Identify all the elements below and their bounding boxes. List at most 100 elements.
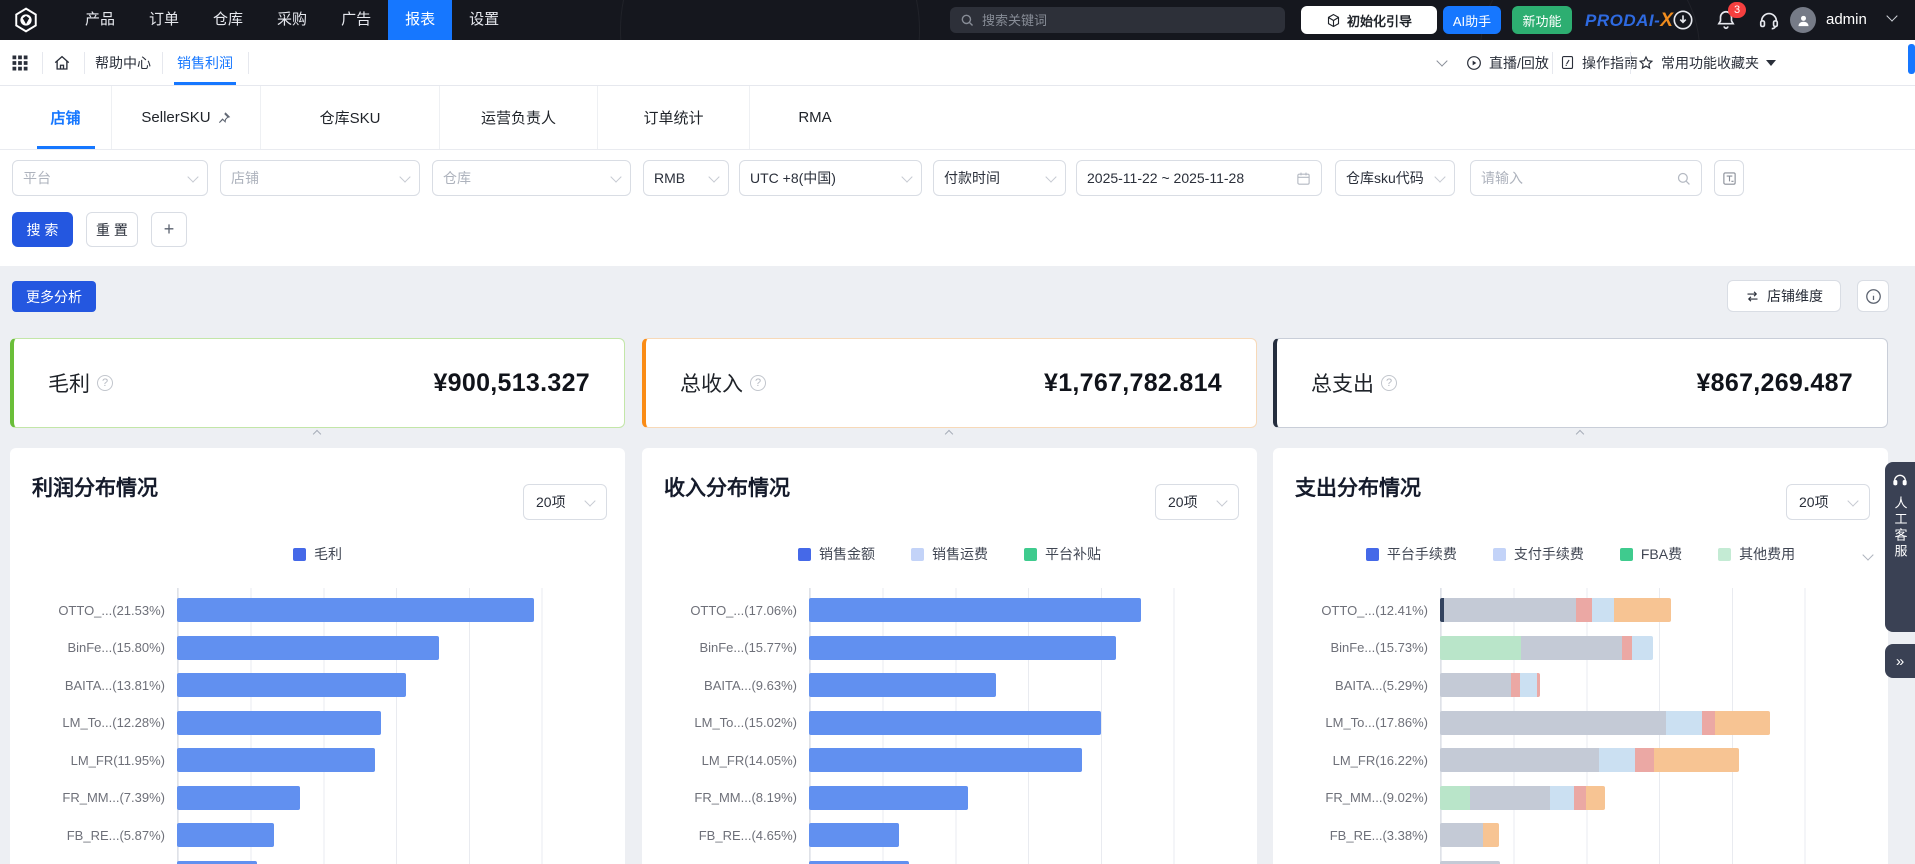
card-collapse-handle[interactable] [299,427,335,437]
warehouse-select[interactable]: 仓库 [432,160,631,196]
download-icon[interactable] [1672,9,1694,31]
sku-field-select[interactable]: 仓库sku代码 [1335,160,1455,196]
bar[interactable] [809,861,909,864]
bar[interactable] [809,748,1082,772]
bar[interactable] [809,786,968,810]
live-replay-button[interactable]: 直播/回放 [1466,40,1549,85]
panel-collapse-button[interactable]: » [1885,644,1915,678]
headset-icon[interactable] [1758,9,1780,31]
bar[interactable] [1440,636,1653,660]
operation-guide-button[interactable]: 操作指南 [1560,40,1638,85]
bar[interactable] [809,823,899,847]
shop-select[interactable]: 店铺 [220,160,420,196]
tab-仓库SKU[interactable]: 仓库SKU [261,86,440,149]
user-chevron-down-icon[interactable] [1886,10,1897,21]
tab-店铺[interactable]: 店铺 [20,86,112,149]
bar[interactable] [1440,748,1739,772]
bar[interactable] [177,711,381,735]
bar[interactable] [177,861,257,864]
legend-item[interactable]: 销售运费 [911,544,988,564]
menu-item-3[interactable]: 仓库 [196,0,260,40]
workspace-tab[interactable]: 帮助中心 [84,40,162,85]
customer-service-button[interactable]: 人工客服 [1885,462,1915,632]
nav-search-input[interactable] [982,13,1222,28]
app-logo[interactable] [0,0,52,40]
bar[interactable] [1440,786,1605,810]
bar[interactable] [177,598,534,622]
bar[interactable] [177,748,375,772]
more-analysis-button[interactable]: 更多分析 [12,281,96,312]
apps-grid-icon[interactable] [11,54,29,72]
card-collapse-handle[interactable] [931,427,967,437]
new-feature-button[interactable]: 新功能 [1512,6,1572,34]
legend-item[interactable]: 支付手续费 [1493,544,1584,564]
time-type-select[interactable]: 付款时间 [933,160,1066,196]
bar[interactable] [809,598,1141,622]
tab-运营负责人[interactable]: 运营负责人 [440,86,598,149]
bar[interactable] [1440,673,1540,697]
legend-item[interactable]: 毛利 [293,544,342,564]
help-icon[interactable]: ? [1381,375,1397,391]
bar[interactable] [809,636,1116,660]
bar[interactable] [177,786,300,810]
top-n-select[interactable]: 20项 [1155,484,1239,520]
menu-item-5[interactable]: 广告 [324,0,388,40]
bar[interactable] [1440,711,1770,735]
avatar[interactable] [1790,7,1816,33]
add-filter-button[interactable]: + [151,212,187,247]
sku-search-box[interactable] [1470,160,1702,196]
bar[interactable] [177,823,274,847]
legend-item[interactable]: 平台手续费 [1366,544,1457,564]
sku-input[interactable] [1481,170,1631,186]
menu-item-4[interactable]: 采购 [260,0,324,40]
menu-item-6[interactable]: 报表 [388,0,452,40]
tab-SellerSKU[interactable]: SellerSKU [112,86,261,149]
bar-category-label: BinFe...(15.80%) [10,640,165,655]
favorites-button[interactable]: 常用功能收藏夹 [1638,40,1776,85]
bar[interactable] [1440,861,1500,864]
top-n-select[interactable]: 20项 [523,484,607,520]
help-icon[interactable]: ? [97,375,113,391]
sku-field-value: 仓库sku代码 [1346,168,1424,188]
nav-search[interactable] [950,7,1285,33]
tab-订单统计[interactable]: 订单统计 [598,86,750,149]
info-button[interactable] [1857,280,1889,312]
batch-input-button[interactable] [1714,160,1744,196]
help-icon[interactable]: ? [750,375,766,391]
bar-category-label: BAITA...(9.63%) [642,678,797,693]
card-collapse-handle[interactable] [1562,427,1598,437]
ai-assistant-button[interactable]: AI助手 [1443,6,1501,34]
bar[interactable] [177,673,406,697]
menu-item-1[interactable]: 产品 [68,0,132,40]
tab-RMA[interactable]: RMA [750,86,880,149]
menu-item-2[interactable]: 订单 [132,0,196,40]
scrollbar-thumb[interactable] [1908,44,1915,74]
legend-item[interactable]: 其他费用 [1718,544,1795,564]
legend-more-chevron-icon[interactable] [1864,546,1872,564]
chevron-down-icon [610,171,621,182]
init-guide-button[interactable]: 初始化引导 [1301,6,1437,34]
currency-select[interactable]: RMB [643,160,729,196]
legend-item[interactable]: FBA费 [1620,544,1682,564]
search-button[interactable]: 搜 索 [12,212,73,247]
legend-item[interactable]: 平台补贴 [1024,544,1101,564]
date-range-picker[interactable]: 2025-11-22 ~ 2025-11-28 [1076,160,1322,196]
reset-button[interactable]: 重 置 [86,212,138,247]
bar[interactable] [1440,598,1671,622]
timezone-select[interactable]: UTC +8(中国) [739,160,922,196]
tab-label: 仓库SKU [320,107,381,128]
workspace-tab[interactable]: 销售利润 [162,40,248,85]
legend-item[interactable]: 销售金额 [798,544,875,564]
bar[interactable] [809,673,996,697]
tabs-chevron-down-icon[interactable] [1438,40,1458,85]
shop-dimension-button[interactable]: 店铺维度 [1727,280,1841,312]
home-icon[interactable] [53,54,71,72]
top-n-select[interactable]: 20项 [1786,484,1870,520]
platform-select[interactable]: 平台 [12,160,208,196]
bar[interactable] [1440,823,1499,847]
bar[interactable] [177,636,439,660]
brand-logo[interactable]: PRODAI-X [1585,10,1673,32]
username[interactable]: admin [1826,11,1867,28]
menu-item-7[interactable]: 设置 [452,0,516,40]
bar[interactable] [809,711,1101,735]
